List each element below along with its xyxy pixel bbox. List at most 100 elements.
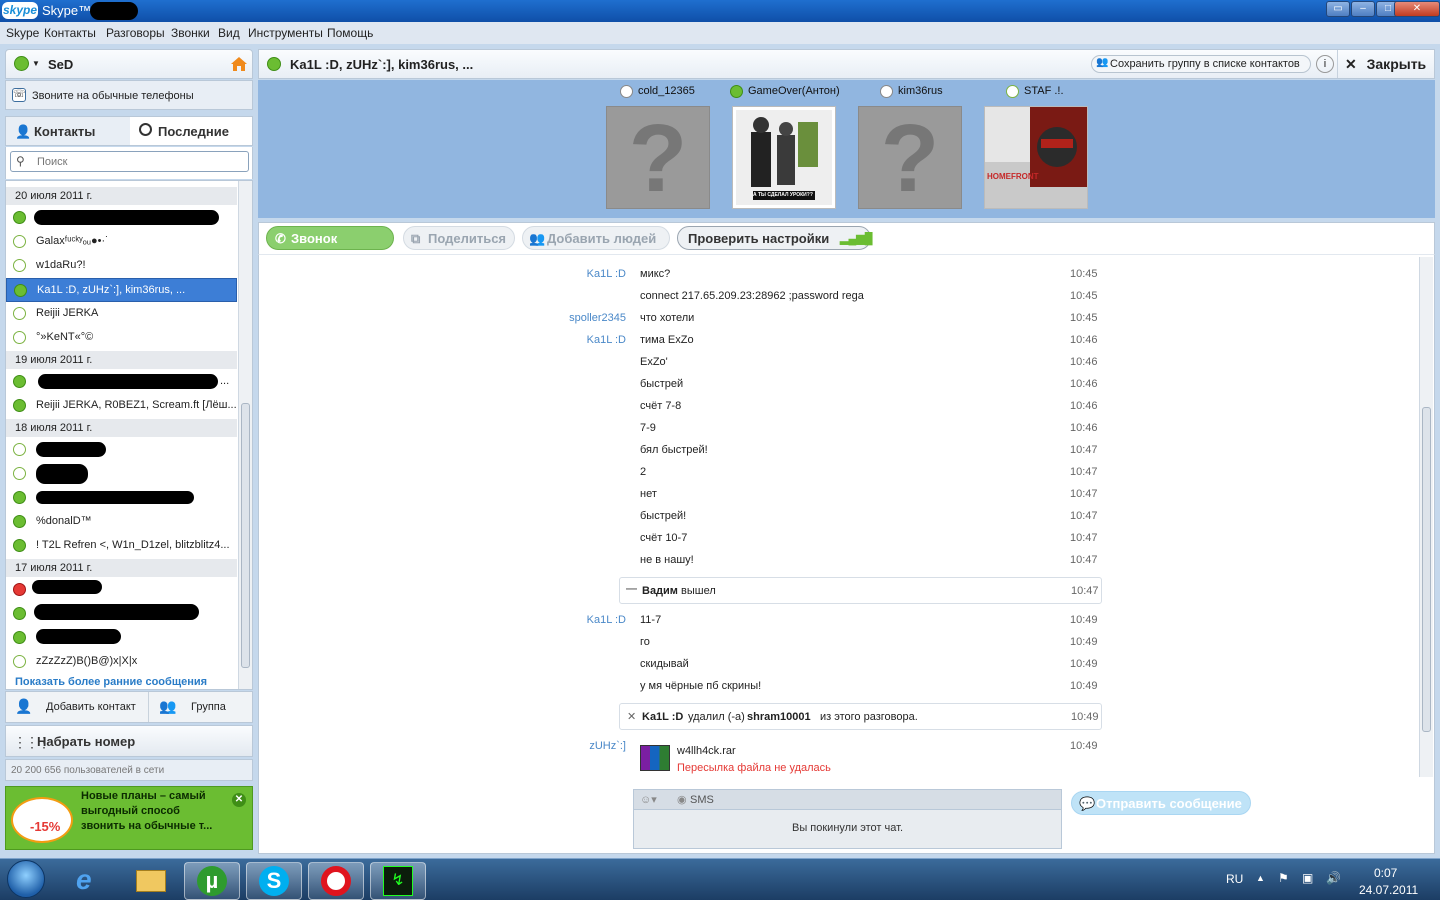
rar-file-icon[interactable]	[640, 745, 670, 771]
sms-label[interactable]: SMS	[690, 794, 714, 806]
user-status-bar[interactable]: ▼ SeD	[5, 49, 253, 79]
tab-recent[interactable]: Последние	[130, 117, 252, 145]
list-item[interactable]	[6, 462, 237, 486]
taskbar-opera[interactable]	[308, 862, 364, 900]
list-item[interactable]	[6, 602, 237, 626]
avatar[interactable]: ?	[606, 106, 710, 210]
menu-skype[interactable]: Skype	[6, 26, 39, 40]
flag-icon[interactable]: ⚑	[1278, 871, 1289, 885]
chat-scrollbar[interactable]	[1419, 257, 1433, 777]
list-item[interactable]	[6, 626, 237, 650]
start-button[interactable]	[7, 860, 45, 898]
dial-button[interactable]: ⋮⋮⋮ Набрать номер	[5, 725, 253, 757]
search-icon: ⚲	[16, 154, 25, 168]
user-name[interactable]: SeD	[48, 57, 73, 72]
minimize-button[interactable]: –	[1351, 1, 1375, 17]
list-item[interactable]	[6, 206, 237, 230]
chat-action-bar: ✆ Звонок группе ⧉ Поделиться 👥 Добавить …	[258, 222, 1435, 261]
list-item[interactable]	[6, 486, 237, 510]
list-item[interactable]	[6, 438, 237, 462]
menu-tools[interactable]: Инструменты	[248, 26, 323, 40]
menu-conversations[interactable]: Разговоры	[106, 26, 165, 40]
close-icon: ✕	[627, 711, 637, 723]
save-group-button[interactable]: 👥 Сохранить группу в списке контактов	[1091, 55, 1311, 73]
avatar[interactable]: А ТЫ СДЕЛАЛ УРОКИ??	[732, 106, 836, 209]
list-scrollbar[interactable]	[238, 181, 252, 689]
home-icon[interactable]	[230, 55, 248, 73]
emoticon-icon[interactable]: ☺▾	[640, 793, 657, 806]
sms-icon[interactable]: ◉	[677, 793, 687, 806]
network-icon[interactable]: ▣	[1302, 871, 1313, 885]
add-people-button[interactable]: 👥 Добавить людей	[522, 226, 670, 250]
message-time: 10:46	[1070, 356, 1098, 368]
taskbar-utorrent[interactable]: µ	[184, 862, 240, 900]
share-icon: ⧉	[411, 231, 421, 246]
list-item[interactable]: Galaxᶠᵘᶜᵏʸₒᵤ●•·˙	[6, 230, 237, 254]
menu-help[interactable]: Помощь	[327, 26, 373, 40]
add-contact-button[interactable]: 👤 Добавить контакт	[6, 692, 149, 722]
scrollbar-thumb[interactable]	[1422, 407, 1431, 732]
list-item[interactable]: ! T2L Refren <, W1n_D1zel, blitzblitz4..…	[6, 534, 237, 558]
message-text: го	[640, 636, 650, 648]
menu-calls[interactable]: Звонки	[171, 26, 210, 40]
recent-list[interactable]: 20 июля 2011 г. Galaxᶠᵘᶜᵏʸₒᵤ●•·˙ w1daRu?…	[5, 180, 253, 690]
restore-icon[interactable]: ▭	[1326, 1, 1350, 17]
clock-time[interactable]: 0:07	[1374, 866, 1397, 880]
check-settings-button[interactable]: Проверить настройки ▂▄▆█	[677, 226, 873, 250]
unknown-status-icon	[620, 85, 633, 98]
message-row: connect 217.65.209.23:28962 ;password re…	[259, 290, 1436, 310]
list-item[interactable]: zZzZzZ)B()B@)x|X|x	[6, 650, 237, 674]
offline-status-icon	[13, 307, 26, 320]
share-button[interactable]: ⧉ Поделиться	[403, 226, 515, 250]
event-name: Вадим	[642, 585, 678, 597]
online-status-icon	[13, 607, 26, 620]
list-item[interactable]: Reijii JERKA	[6, 302, 237, 326]
taskbar-skype[interactable]: S	[246, 862, 302, 900]
tray-expand-icon[interactable]: ▲	[1256, 873, 1265, 883]
avatar[interactable]: HOMEFRONT	[984, 106, 1088, 209]
taskbar-explorer[interactable]	[122, 862, 178, 900]
list-item[interactable]: w1daRu?!	[6, 254, 237, 278]
list-item-selected[interactable]: Ka1L :D, zUHz`:], kim36rus, ...	[6, 278, 237, 302]
tab-contacts[interactable]: 👤 Контакты	[6, 117, 128, 145]
promo-banner[interactable]: -15% Новые планы – самый выгодный способ…	[5, 786, 253, 850]
compose-area[interactable]: ☺▾ ◉ SMS Вы покинули этот чат.	[633, 789, 1062, 849]
minus-icon: —	[626, 583, 637, 595]
volume-icon[interactable]: 🔊	[1326, 871, 1341, 885]
group-button[interactable]: 👥 Группа	[151, 692, 251, 722]
scrollbar-thumb[interactable]	[241, 403, 250, 668]
call-group-button[interactable]: ✆ Звонок группе	[266, 226, 394, 261]
message-time: 10:47	[1070, 510, 1098, 522]
menu-view[interactable]: Вид	[218, 26, 240, 40]
close-window-button[interactable]: ✕	[1394, 1, 1440, 17]
message-sender: Ka1L :D	[586, 334, 626, 346]
close-chat-button[interactable]: ✕ Закрыть	[1345, 56, 1426, 73]
list-item[interactable]: °»KeNT«°©	[6, 326, 237, 350]
list-item[interactable]: ...	[6, 370, 237, 394]
info-icon[interactable]: i	[1316, 55, 1334, 73]
file-name[interactable]: w4llh4ck.rar	[677, 745, 736, 757]
taskbar-ie[interactable]: e	[62, 862, 118, 900]
chevron-down-icon[interactable]: ▼	[32, 59, 40, 68]
signal-bars-icon: ▂▄▆█	[840, 233, 873, 245]
close-icon[interactable]: ✕	[232, 793, 246, 807]
list-item[interactable]	[6, 578, 237, 602]
list-item[interactable]: %donalD™	[6, 510, 237, 534]
file-status: Пересылка файла не удалась	[677, 762, 831, 774]
contact-tabs: 👤 Контакты Последние	[5, 116, 253, 146]
search-field[interactable]: ⚲	[10, 151, 249, 172]
avatar[interactable]: ?	[858, 106, 962, 210]
call-phones-button[interactable]: ☏ Звоните на обычные телефоны	[5, 80, 253, 110]
list-item[interactable]: Reijii JERKA, R0BEZ1, Scream.ft [Лёш...	[6, 394, 237, 418]
removed-event: ✕ Ka1L :D удалил (-а) shram10001 из этог…	[619, 703, 1102, 730]
chat-history[interactable]: Ka1L :D микс? 10:45 connect 217.65.209.23:…	[258, 254, 1435, 854]
send-message-button[interactable]: 💬 Отправить сообщение	[1071, 791, 1251, 815]
clock-date[interactable]: 24.07.2011	[1359, 883, 1418, 897]
online-status-icon[interactable]	[14, 56, 29, 71]
search-input[interactable]	[37, 154, 237, 169]
menu-contacts[interactable]: Контакты	[44, 26, 96, 40]
show-earlier-link[interactable]: Показать более ранние сообщения	[15, 676, 207, 688]
language-indicator[interactable]: RU	[1226, 872, 1243, 886]
taskbar-app[interactable]: ↯	[370, 862, 426, 900]
message-time: 10:46	[1070, 378, 1098, 390]
